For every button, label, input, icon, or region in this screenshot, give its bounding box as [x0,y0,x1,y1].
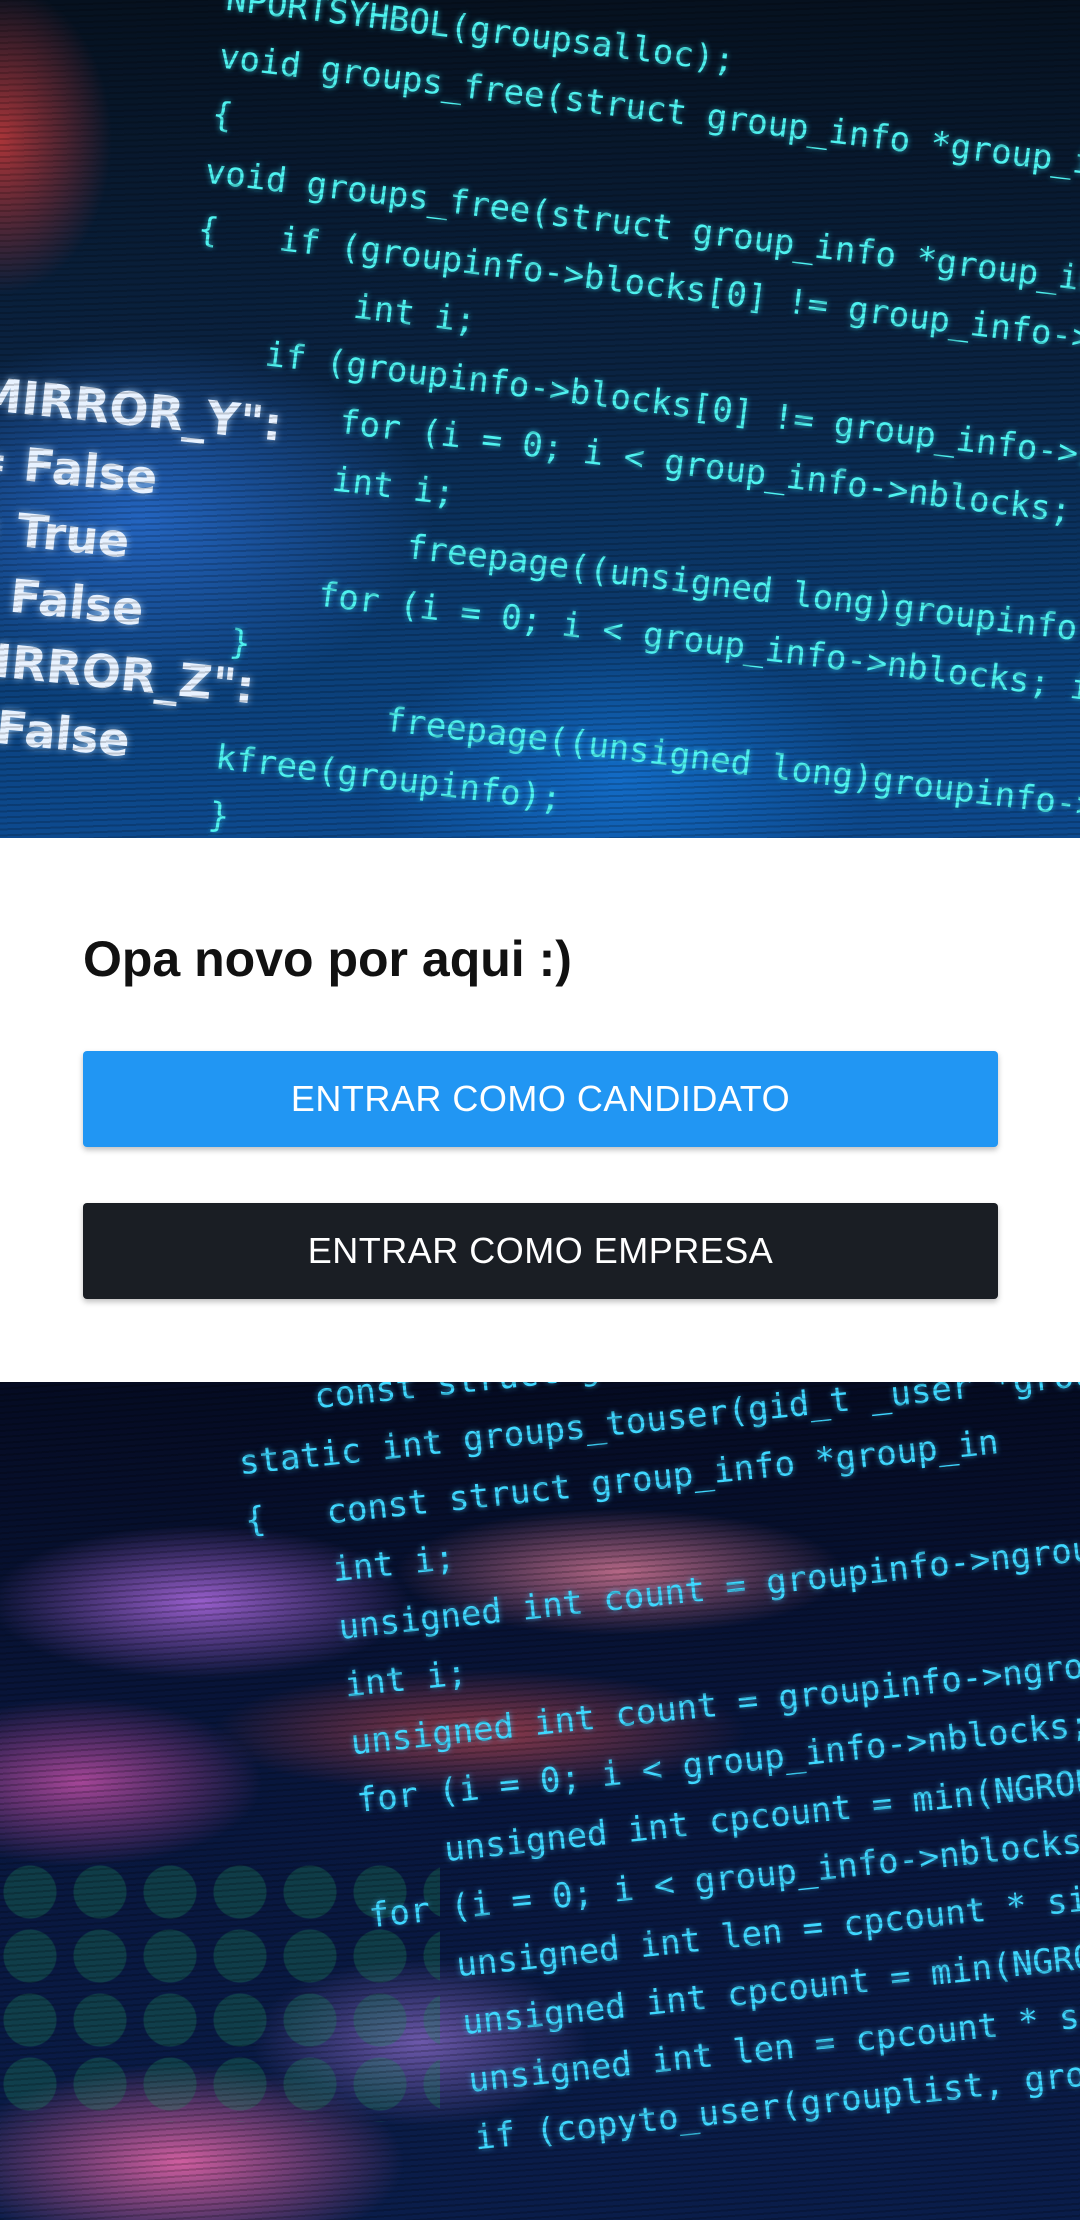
enter-as-candidate-button[interactable]: ENTRAR COMO CANDIDATO [83,1051,998,1147]
welcome-panel: Opa novo por aqui :) ENTRAR COMO CANDIDA… [0,838,1080,1382]
welcome-title: Opa novo por aqui :) [83,931,572,987]
header-code-image: NPORTSYHBOL(groupsalloc); void groups_fr… [0,0,1080,838]
code-side-text: MIRROR_Y": = False = True = False MIRROR… [0,360,285,786]
app-screen: NPORTSYHBOL(groupsalloc); void groups_fr… [0,0,1080,2220]
enter-as-company-button[interactable]: ENTRAR COMO EMPRESA [83,1203,998,1299]
code-text-layer: const struct group_info *grouplis static… [230,1382,1080,2185]
footer-code-image: const struct group_info *grouplis static… [0,1382,1080,2220]
